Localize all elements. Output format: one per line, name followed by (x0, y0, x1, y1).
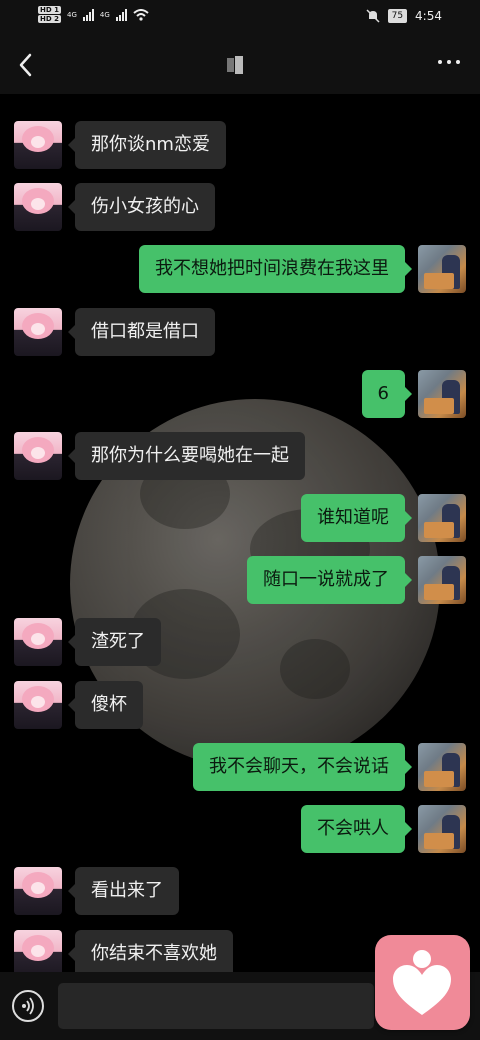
incoming-message-bubble[interactable]: 那你谈nm恋爱 (68, 121, 226, 169)
message-row: 6 (0, 370, 480, 418)
user-avatar[interactable] (418, 743, 466, 791)
message-row: 看出来了 (0, 867, 480, 915)
contact-avatar[interactable] (14, 618, 62, 666)
incoming-message-bubble[interactable]: 傻杯 (68, 681, 143, 729)
message-text-input[interactable] (58, 983, 374, 1029)
outgoing-message-bubble[interactable]: 我不想她把时间浪费在我这里 (139, 245, 412, 293)
network-label-1: 4G (66, 10, 77, 19)
clock: 4:54 (415, 9, 442, 23)
message-row: 那你谈nm恋爱 (0, 121, 480, 169)
voice-icon (22, 997, 34, 1015)
message-row: 我不会聊天，不会说话 (0, 743, 480, 791)
heart-person-icon (393, 950, 451, 1015)
outgoing-message-bubble[interactable]: 我不会聊天，不会说话 (193, 743, 412, 791)
message-row: 借口都是借口 (0, 308, 480, 356)
outgoing-message-bubble[interactable]: 随口一说就成了 (247, 556, 412, 604)
outgoing-message-bubble[interactable]: 谁知道呢 (301, 494, 412, 542)
message-row: 不会哄人 (0, 805, 480, 853)
voice-input-button[interactable] (12, 990, 44, 1022)
battery-indicator: 75 (387, 9, 408, 23)
status-left: HD 1 HD 2 4G 4G (38, 6, 149, 23)
message-row: 那你为什么要喝她在一起 (0, 432, 480, 480)
user-avatar[interactable] (418, 494, 466, 542)
incoming-message-bubble[interactable]: 渣死了 (68, 618, 161, 666)
incoming-message-bubble[interactable]: 伤小女孩的心 (68, 183, 215, 231)
incoming-message-bubble[interactable]: 那你为什么要喝她在一起 (68, 432, 305, 480)
status-bar: HD 1 HD 2 4G 4G 75 4:54 (0, 0, 480, 36)
more-icon[interactable] (438, 60, 460, 64)
wifi-icon (133, 8, 149, 21)
message-row: 渣死了 (0, 618, 480, 666)
message-row: 傻杯 (0, 681, 480, 729)
contact-avatar[interactable] (14, 432, 62, 480)
chat-area[interactable]: 那你谈nm恋爱 伤小女孩的心 我不想她把时间浪费在我这里 借口都是借口 6 那你… (0, 94, 480, 972)
contact-avatar[interactable] (14, 308, 62, 356)
incoming-message-bubble[interactable]: 你结束不喜欢她 (68, 930, 233, 972)
contact-avatar[interactable] (14, 867, 62, 915)
mute-bell-icon (366, 9, 380, 23)
user-avatar[interactable] (418, 805, 466, 853)
contact-avatar[interactable] (14, 121, 62, 169)
contact-avatar[interactable] (14, 681, 62, 729)
contact-avatar[interactable] (14, 183, 62, 231)
message-row: 我不想她把时间浪费在我这里 (0, 245, 480, 293)
user-avatar[interactable] (418, 370, 466, 418)
network-label-2: 4G (99, 10, 110, 19)
message-row: 谁知道呢 (0, 494, 480, 542)
chat-title-icon (227, 56, 243, 74)
floating-heart-button[interactable] (375, 935, 470, 1030)
back-arrow-icon[interactable] (14, 50, 40, 80)
status-right: 75 4:54 (366, 9, 442, 23)
incoming-message-bubble[interactable]: 看出来了 (68, 867, 179, 915)
outgoing-message-bubble[interactable]: 6 (361, 370, 413, 418)
incoming-message-bubble[interactable]: 借口都是借口 (68, 308, 215, 356)
hd1-badge: HD 1 (38, 6, 61, 14)
user-avatar[interactable] (418, 245, 466, 293)
signal-icon (115, 8, 127, 21)
message-row: 随口一说就成了 (0, 556, 480, 604)
message-row: 伤小女孩的心 (0, 183, 480, 231)
outgoing-message-bubble[interactable]: 不会哄人 (301, 805, 412, 853)
contact-avatar[interactable] (14, 930, 62, 972)
signal-icon (82, 8, 94, 21)
hd2-badge: HD 2 (38, 15, 61, 23)
user-avatar[interactable] (418, 556, 466, 604)
chat-header (0, 36, 480, 94)
hd-indicators: HD 1 HD 2 (38, 6, 61, 23)
